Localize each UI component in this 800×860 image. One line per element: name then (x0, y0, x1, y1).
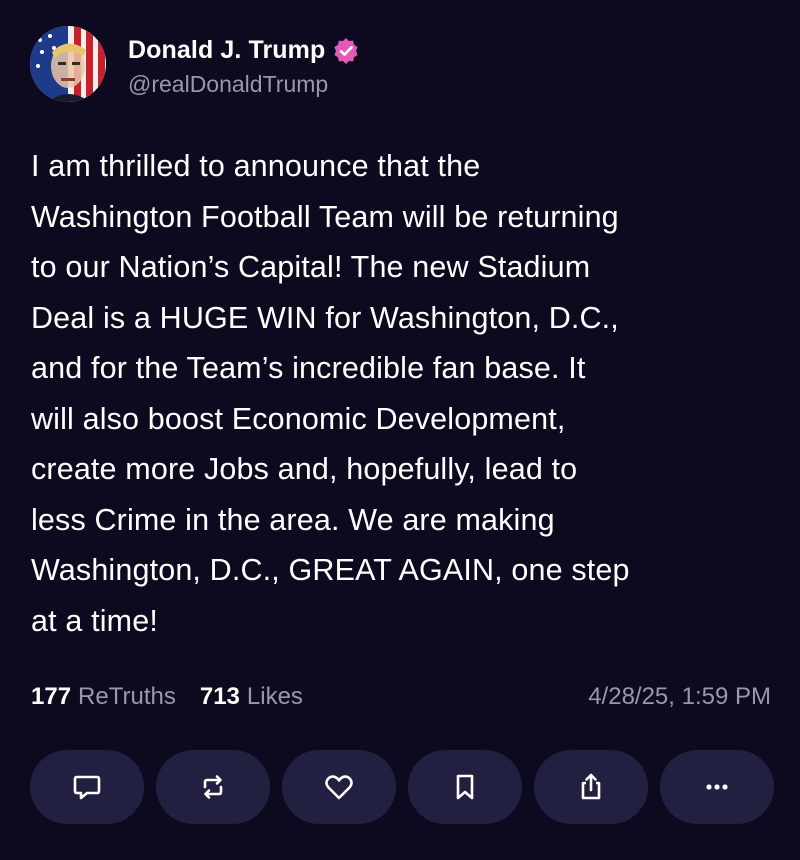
author-name-row: Donald J. Trump (128, 31, 359, 71)
like-button[interactable] (282, 750, 396, 824)
bookmark-icon (456, 774, 474, 800)
bookmark-button[interactable] (408, 750, 522, 824)
post-stats: 177 ReTruths 713 Likes 4/28/25, 1:59 PM (31, 680, 771, 714)
post-header: Donald J. Trump @realDonaldTrump (30, 26, 359, 102)
retruth-button[interactable] (156, 750, 270, 824)
share-icon (581, 773, 601, 800)
author-info: Donald J. Trump @realDonaldTrump (128, 31, 359, 98)
retruths-label: ReTruths (78, 683, 176, 710)
retruths-stat[interactable]: 177 ReTruths (31, 683, 176, 711)
heart-icon (325, 775, 353, 800)
verified-badge-icon (333, 37, 359, 64)
post-card: Donald J. Trump @realDonaldTrump I am th… (0, 0, 800, 860)
retruths-count: 177 (31, 683, 72, 710)
action-bar (30, 750, 774, 824)
author-handle[interactable]: @realDonaldTrump (128, 71, 359, 98)
repost-icon (203, 775, 223, 799)
post-body-text: I am thrilled to announce that the Washi… (31, 149, 630, 638)
author-display-name[interactable]: Donald J. Trump (128, 36, 325, 65)
likes-label: Likes (246, 683, 303, 710)
share-button[interactable] (534, 750, 648, 824)
avatar[interactable] (30, 26, 106, 102)
more-button[interactable] (660, 750, 774, 824)
more-icon (706, 784, 728, 790)
likes-stat[interactable]: 713 Likes (200, 683, 303, 711)
reply-button[interactable] (30, 750, 144, 824)
post-timestamp[interactable]: 4/28/25, 1:59 PM (588, 683, 771, 711)
likes-count: 713 (199, 683, 240, 710)
avatar-flag-portrait-icon (30, 26, 106, 102)
speech-bubble-icon (73, 775, 101, 800)
